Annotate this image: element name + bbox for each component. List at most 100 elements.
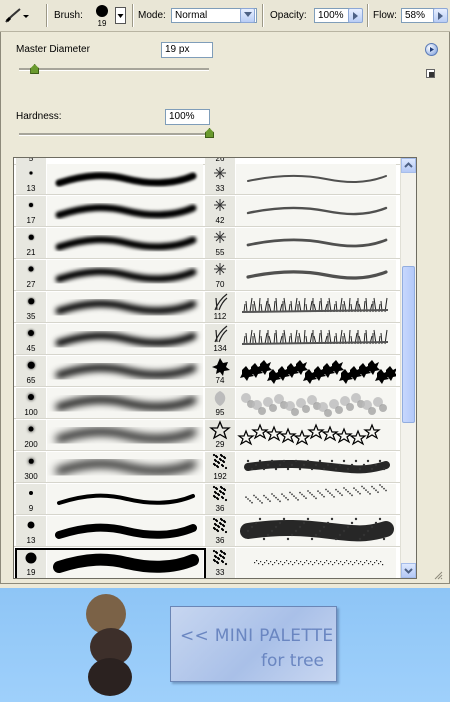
brush-tip-icon — [28, 426, 34, 432]
opacity-input[interactable]: 100% — [314, 8, 350, 23]
brush-stroke-preview[interactable] — [236, 196, 396, 226]
brush-stroke-preview[interactable] — [236, 228, 396, 258]
hardness-slider[interactable] — [19, 133, 209, 136]
scroll-thumb[interactable] — [402, 266, 415, 423]
brush-thumb-left[interactable]: 13 — [16, 164, 47, 194]
scroll-up-button[interactable] — [401, 158, 416, 173]
brush-thumb-left[interactable]: 65 — [16, 356, 47, 386]
brush-preset-row[interactable]: 200 29 — [14, 419, 400, 451]
brush-preset-row[interactable]: 17 42 — [14, 195, 400, 227]
master-diameter-slider-thumb[interactable] — [30, 64, 40, 74]
brush-thumb-right[interactable]: 95 — [205, 388, 236, 418]
panel-menu-arrow-icon[interactable] — [425, 43, 438, 56]
brush-tip-icon — [28, 298, 34, 304]
brush-stroke-preview[interactable] — [47, 356, 203, 386]
master-diameter-slider[interactable] — [19, 68, 209, 71]
brush-preset-row[interactable]: 21 55 — [14, 227, 400, 259]
master-diameter-input[interactable]: 19 px — [161, 42, 213, 58]
brush-stroke-preview[interactable] — [236, 260, 396, 290]
brush-preview[interactable]: 19 — [92, 3, 114, 29]
brush-stroke-preview[interactable] — [47, 260, 203, 290]
brush-stroke-preview[interactable] — [236, 356, 396, 386]
brush-picker-dropdown[interactable] — [115, 7, 126, 24]
brush-tool-icon[interactable] — [4, 6, 30, 27]
brush-preset-row[interactable]: 27 70 — [14, 259, 400, 291]
brush-stroke-preview[interactable] — [47, 228, 203, 258]
brush-preset-row[interactable]: 13 33 — [14, 163, 400, 195]
brush-stroke-preview[interactable] — [236, 164, 396, 194]
brush-stroke-preview[interactable] — [47, 324, 203, 354]
brush-thumb-left[interactable]: 17 — [16, 196, 47, 226]
brush-size-number: 17 — [26, 216, 36, 225]
note-line-2: for tree — [261, 651, 324, 671]
brush-thumb-right[interactable]: 33 — [205, 548, 236, 578]
brush-preset-row[interactable]: 100 95 — [14, 387, 400, 419]
brush-stroke-preview[interactable] — [47, 164, 203, 194]
brush-stroke-preview[interactable] — [236, 548, 396, 578]
brush-stroke-preview[interactable] — [47, 420, 203, 450]
brush-thumb-left[interactable]: 200 — [16, 420, 47, 450]
brush-stroke-preview[interactable] — [47, 516, 203, 546]
brush-size-number: 13 — [26, 536, 36, 545]
brush-stroke-preview[interactable] — [236, 324, 396, 354]
brush-stroke-preview[interactable] — [47, 292, 203, 322]
brush-preset-row[interactable]: 35 112 — [14, 291, 400, 323]
brush-preset-list[interactable]: 5 26 13 33 17 42 21 55 27 70 35 112 45 134 65 74 100 95 20… — [13, 157, 417, 579]
brush-stroke-preview[interactable] — [47, 484, 203, 514]
resize-grip-icon[interactable] — [433, 570, 443, 580]
mode-dropdown-button[interactable] — [240, 8, 255, 23]
scroll-down-button[interactable] — [401, 563, 416, 578]
brush-stroke-preview[interactable] — [236, 484, 396, 514]
brush-thumb-left[interactable]: 19 — [16, 548, 47, 578]
brush-thumb-left[interactable]: 45 — [16, 324, 47, 354]
brush-thumb-left[interactable]: 100 — [16, 388, 47, 418]
brush-thumb-left[interactable]: 9 — [16, 484, 47, 514]
brush-stroke-preview[interactable] — [47, 196, 203, 226]
brush-thumb-right[interactable]: 42 — [205, 196, 236, 226]
opacity-slider-button[interactable] — [348, 8, 363, 23]
brush-stroke-preview[interactable] — [236, 388, 396, 418]
brush-thumb-left[interactable]: 21 — [16, 228, 47, 258]
brush-stroke-preview[interactable] — [236, 420, 396, 450]
brush-thumb-right[interactable]: 29 — [205, 420, 236, 450]
brush-tip-icon — [28, 234, 34, 240]
brush-preset-row[interactable]: 300 192 — [14, 451, 400, 483]
brush-thumb-left[interactable]: 13 — [16, 516, 47, 546]
brush-tip-icon — [29, 171, 33, 175]
brush-preset-row[interactable]: 65 74 — [14, 355, 400, 387]
brush-preset-row[interactable]: 19 33 — [14, 547, 400, 578]
brush-list-scrollbar[interactable] — [400, 158, 416, 578]
brush-thumb-right[interactable]: 36 — [205, 516, 236, 546]
brush-thumb-left[interactable]: 27 — [16, 260, 47, 290]
brush-preset-row[interactable]: 13 36 — [14, 515, 400, 547]
brush-thumb-right[interactable]: 36 — [205, 484, 236, 514]
new-preset-icon[interactable] — [426, 69, 435, 78]
brush-thumb-right[interactable]: 134 — [205, 324, 236, 354]
brush-thumb-right[interactable]: 55 — [205, 228, 236, 258]
brush-thumb-right[interactable]: 70 — [205, 260, 236, 290]
brush-thumb-left[interactable]: 35 — [16, 292, 47, 322]
brush-tip-icon — [27, 361, 35, 369]
hardness-input[interactable]: 100% — [165, 109, 210, 125]
brush-thumb-right[interactable]: 74 — [205, 356, 236, 386]
brush-thumb-right[interactable]: 112 — [205, 292, 236, 322]
brush-stroke-preview[interactable] — [236, 516, 396, 546]
brush-label: Brush: — [54, 10, 83, 21]
brush-thumb-right[interactable]: 192 — [205, 452, 236, 482]
brush-size-number: 200 — [24, 440, 38, 449]
brush-thumb-left[interactable]: 300 — [16, 452, 47, 482]
brush-thumb-right[interactable]: 33 — [205, 164, 236, 194]
brush-stroke-preview[interactable] — [236, 452, 396, 482]
flow-input[interactable]: 58% — [401, 8, 435, 23]
options-bar: Brush: 19 Mode: Normal Opacity: 100% Flo… — [0, 0, 450, 32]
brush-stroke-preview[interactable] — [47, 548, 203, 578]
hardness-slider-thumb[interactable] — [205, 128, 214, 138]
brush-tip-icon — [28, 394, 34, 400]
brush-preset-row[interactable]: 45 134 — [14, 323, 400, 355]
brush-stroke-preview[interactable] — [236, 292, 396, 322]
brush-stroke-preview[interactable] — [47, 388, 203, 418]
brush-stroke-preview[interactable] — [47, 452, 203, 482]
brush-size-number: 36 — [215, 504, 225, 513]
brush-preset-row[interactable]: 9 36 — [14, 483, 400, 515]
flow-slider-button[interactable] — [433, 8, 448, 23]
